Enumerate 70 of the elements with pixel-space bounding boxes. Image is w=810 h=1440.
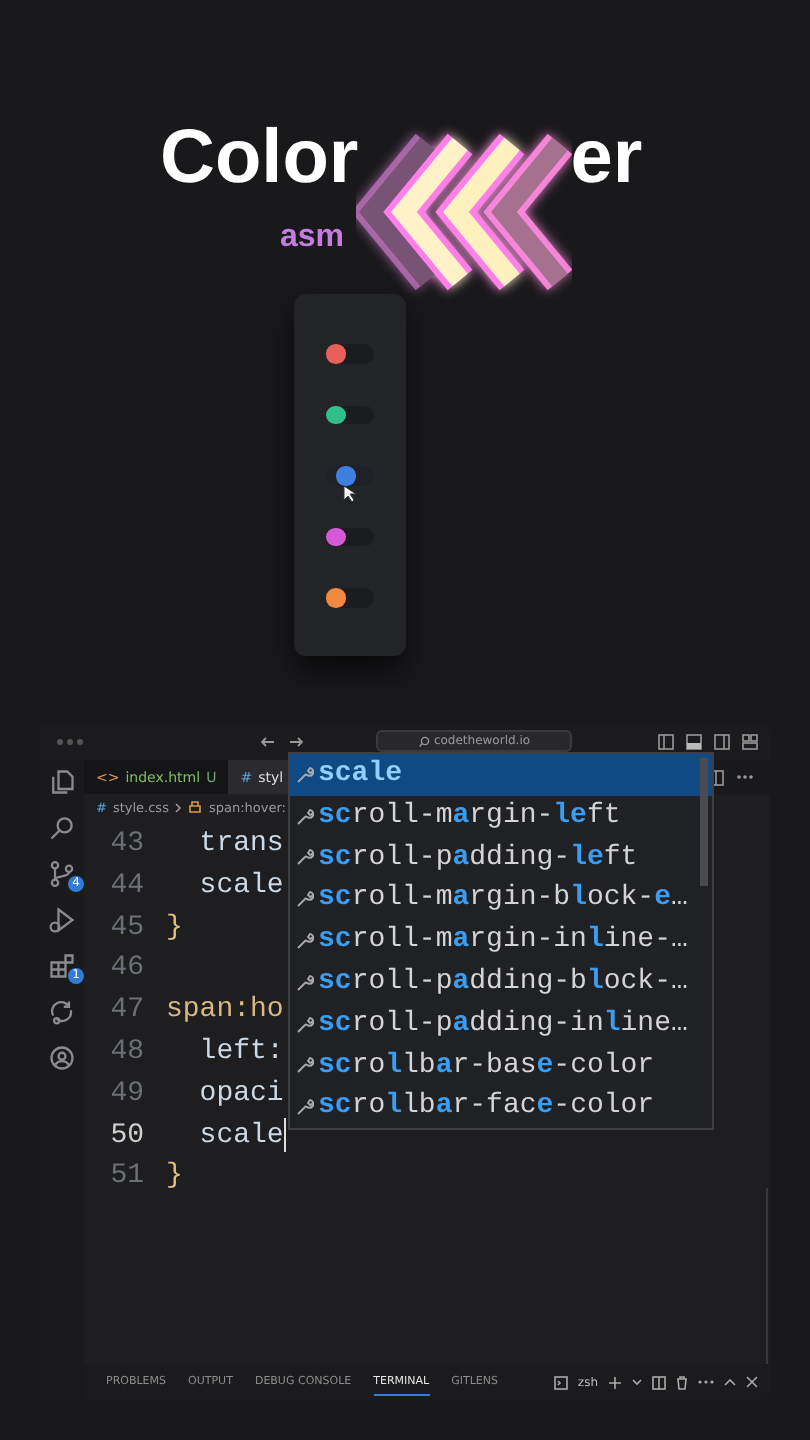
- line-number: 48: [108, 1033, 146, 1072]
- code-text: scale: [197, 867, 284, 906]
- title-text: Color: [160, 114, 359, 204]
- code-text: opaci: [197, 1075, 284, 1114]
- symbol-icon: [188, 800, 203, 814]
- toggle-switch[interactable]: [326, 344, 374, 363]
- trash-icon[interactable]: [676, 1375, 688, 1389]
- toggle-switch[interactable]: [326, 405, 374, 424]
- terminal-icon[interactable]: [553, 1375, 568, 1389]
- wrench-icon: [296, 1015, 314, 1034]
- files-icon[interactable]: [48, 768, 76, 796]
- chevron-down-icon[interactable]: [632, 1378, 642, 1386]
- wrench-icon: [296, 890, 314, 909]
- account-icon[interactable]: [48, 1044, 76, 1072]
- close-icon[interactable]: [746, 1376, 758, 1388]
- split-icon[interactable]: [652, 1375, 666, 1389]
- line-number: 47: [108, 992, 146, 1031]
- subtitle: asm: [280, 220, 345, 256]
- code-text: trans: [197, 826, 284, 864]
- search-icon: [417, 735, 430, 747]
- wrench-icon: [296, 932, 314, 951]
- title-text: er: [570, 114, 643, 204]
- suggestion-item[interactable]: scroll-padding-block-…: [290, 961, 712, 1004]
- chevron-up-icon[interactable]: [724, 1378, 736, 1386]
- wrench-icon: [296, 765, 314, 784]
- line-number: 44: [108, 867, 146, 906]
- suggestion-item[interactable]: scroll-margin-block-e…: [290, 878, 712, 921]
- back-arrow-icon[interactable]: [260, 736, 276, 748]
- run-debug-icon[interactable]: [48, 906, 76, 934]
- code-text: }: [166, 909, 183, 948]
- line-number: 49: [108, 1075, 146, 1114]
- code-text: }: [166, 1158, 183, 1197]
- line-number: 50: [108, 1117, 146, 1156]
- line-number: 43: [108, 826, 146, 864]
- toggle-switch[interactable]: [326, 527, 374, 546]
- wrench-icon: [296, 848, 314, 867]
- suggestion-item[interactable]: scroll-padding-inline…: [290, 1003, 712, 1046]
- layout-icon[interactable]: [742, 734, 758, 750]
- extensions-icon[interactable]: [48, 952, 76, 980]
- toggle-switch[interactable]: [326, 588, 374, 607]
- suggestion-item[interactable]: scale: [290, 754, 712, 796]
- wrench-icon: [296, 1098, 314, 1117]
- wrench-icon: [296, 1056, 314, 1075]
- sidebar-layout-icon[interactable]: [658, 734, 674, 750]
- scrollbar: [700, 758, 708, 886]
- forward-arrow-icon[interactable]: [288, 736, 304, 748]
- search-icon[interactable]: [48, 814, 76, 842]
- suggestion-item[interactable]: scroll-padding-left: [290, 837, 712, 879]
- mouse-pointer-icon: [342, 484, 356, 504]
- panel-layout-icon[interactable]: [686, 734, 702, 750]
- code-text: span:ho: [166, 992, 284, 1031]
- line-number: 46: [108, 950, 146, 989]
- branch-icon[interactable]: [48, 860, 76, 888]
- line-number: 45: [108, 909, 146, 948]
- sidebar-right-icon[interactable]: [714, 734, 730, 750]
- suggestion-item[interactable]: scrollbar-face-color: [290, 1086, 712, 1129]
- window-dots-icon[interactable]: [56, 738, 84, 746]
- plus-icon[interactable]: [608, 1375, 622, 1389]
- suggestion-item[interactable]: scroll-margin-inline-…: [290, 920, 712, 962]
- chevron-right-icon: [174, 801, 183, 813]
- share-icon[interactable]: [48, 998, 76, 1026]
- wrench-icon: [296, 807, 314, 826]
- code-text: left:: [197, 1033, 284, 1072]
- toggle-switch[interactable]: [326, 466, 374, 485]
- suggestion-item[interactable]: scroll-margin-left: [290, 795, 712, 838]
- more-icon[interactable]: [736, 774, 754, 780]
- suggestion-item[interactable]: scrollbar-base-color: [290, 1045, 712, 1087]
- line-number: 51: [108, 1158, 146, 1197]
- code-text: scale: [197, 1117, 284, 1156]
- wrench-icon: [296, 973, 314, 992]
